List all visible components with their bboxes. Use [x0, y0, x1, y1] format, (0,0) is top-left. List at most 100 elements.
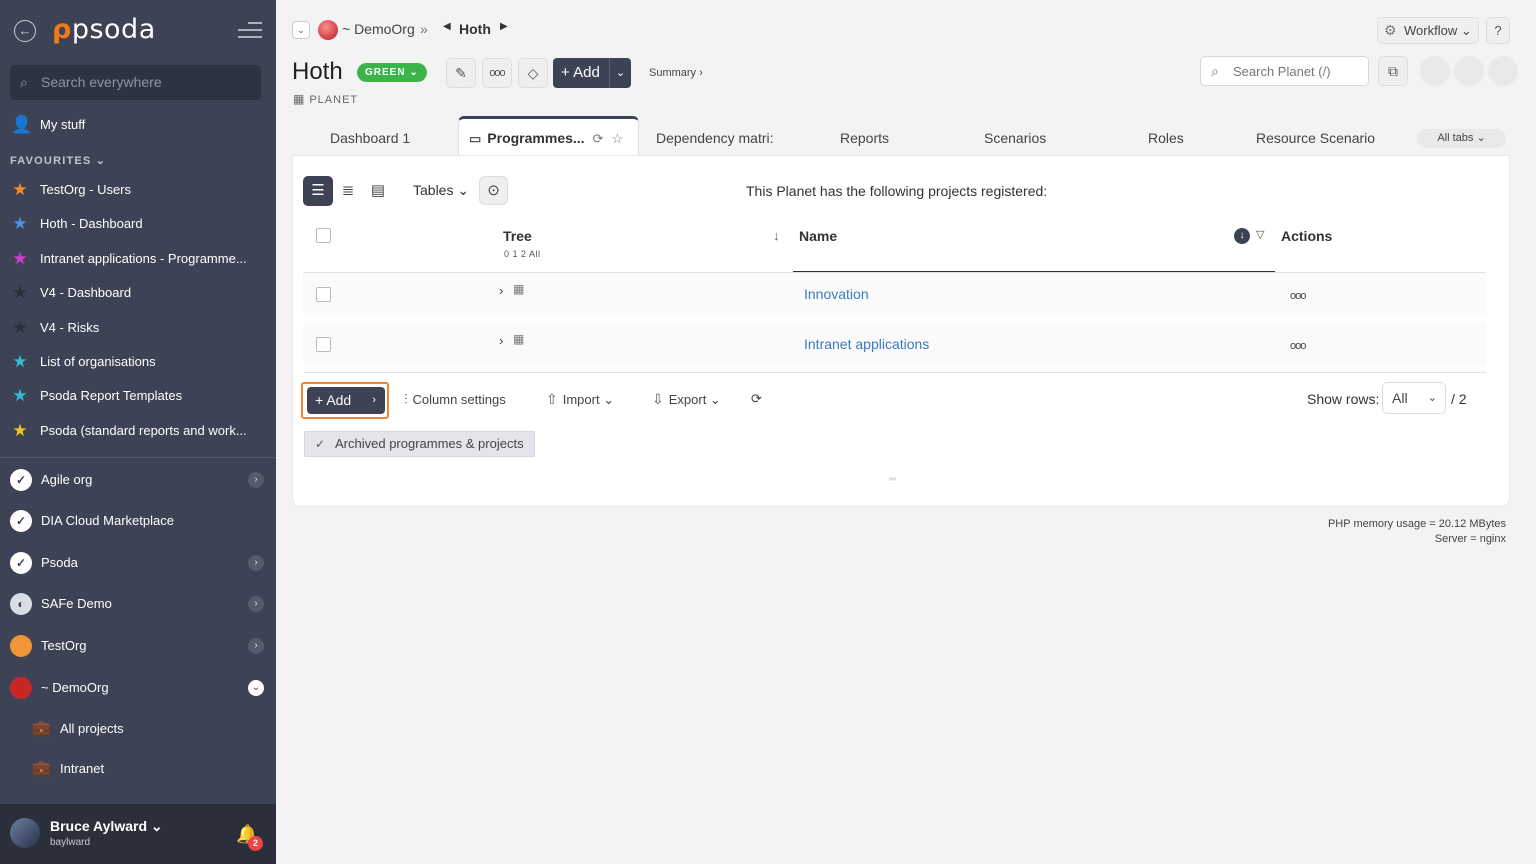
help-button[interactable]: ?: [1486, 17, 1510, 44]
status-badge[interactable]: GREEN ⌄: [357, 63, 427, 82]
placeholder-button[interactable]: [1420, 56, 1450, 86]
tag-icon: ◇: [527, 65, 539, 81]
compact-view-icon[interactable]: ≣: [333, 176, 363, 206]
search-icon: ⌕: [1211, 63, 1219, 79]
tab-scenarios[interactable]: Scenarios: [984, 116, 1046, 156]
tab-dependency-matrix[interactable]: Dependency matri:: [656, 116, 774, 156]
filter-icon[interactable]: ▽: [1256, 228, 1264, 241]
sidebar-favourite-item[interactable]: ★ V4 - Risks: [0, 312, 276, 344]
sidebar-item-my-stuff[interactable]: 👤 My stuff: [0, 109, 276, 141]
workflow-button[interactable]: ⚙ Workflow ⌄: [1377, 17, 1479, 44]
org-avatar: ✓: [10, 552, 32, 574]
sidebar-org-item[interactable]: ✓ Psoda ›: [0, 543, 276, 583]
sidebar-item-intranet[interactable]: 💼 Intranet: [0, 751, 276, 787]
resize-handle-icon[interactable]: ═: [889, 474, 896, 485]
expand-chevron-icon[interactable]: ›: [499, 283, 503, 298]
tab-reports[interactable]: Reports: [840, 116, 889, 156]
row-name-link[interactable]: Intranet applications: [804, 336, 929, 352]
server-info: Server = nginx: [1434, 533, 1506, 545]
sidebar: ← ρpsoda ⌕ Search everywhere 👤 My stuff …: [0, 0, 276, 864]
chevron-down-icon[interactable]: ⌄: [248, 680, 264, 696]
sidebar-favourite-item[interactable]: ★ Intranet applications - Programme...: [0, 243, 276, 275]
show-rows-select[interactable]: All ⌄: [1382, 382, 1446, 414]
sort-descending-icon[interactable]: ↓: [1234, 228, 1250, 244]
tab-roles[interactable]: Roles: [1148, 116, 1184, 156]
next-sibling-icon[interactable]: ▶: [500, 21, 508, 32]
sidebar-org-item[interactable]: ◐ SAFe Demo ›: [0, 584, 276, 624]
column-settings-button[interactable]: ⫶ Column settings: [404, 391, 506, 408]
placeholder-button[interactable]: [1454, 56, 1484, 86]
import-button[interactable]: ⇧ Import ⌄: [546, 391, 614, 408]
sidebar-favourite-item[interactable]: ★ TestOrg - Users: [0, 174, 276, 206]
row-actions-icon[interactable]: ooo: [1290, 290, 1306, 302]
tab-resource-scenarios[interactable]: Resource Scenario:: [1256, 116, 1376, 156]
column-header-tree[interactable]: Tree: [503, 228, 532, 244]
sidebar-org-item[interactable]: ✓ DIA Cloud Marketplace: [0, 501, 276, 541]
pencil-icon: ✎: [455, 65, 467, 81]
more-options-button[interactable]: ooo: [482, 58, 512, 88]
tag-button[interactable]: ◇: [518, 58, 548, 88]
chevron-down-icon[interactable]: ⌄: [609, 58, 631, 88]
avatar[interactable]: [10, 818, 40, 848]
chevron-right-icon[interactable]: ›: [248, 555, 264, 571]
sidebar-item-label: List of organisations: [40, 354, 156, 369]
sidebar-search-input[interactable]: ⌕ Search everywhere: [10, 65, 261, 100]
dense-view-icon[interactable]: ▤: [363, 176, 393, 206]
sidebar-favourite-item[interactable]: ★ V4 - Dashboard: [0, 277, 276, 309]
sidebar-favourite-item[interactable]: ★ Psoda Report Templates: [0, 380, 276, 412]
previous-sibling-icon[interactable]: ◀: [443, 21, 451, 32]
layout-button[interactable]: ⧉: [1378, 56, 1408, 86]
edit-button[interactable]: ✎: [446, 58, 476, 88]
chevron-right-icon[interactable]: ›: [248, 472, 264, 488]
placeholder-button[interactable]: [1488, 56, 1518, 86]
favourites-heading[interactable]: FAVOURITES ⌄: [10, 154, 106, 167]
breadcrumb-org[interactable]: ~ DemoOrg: [342, 21, 415, 37]
user-panel[interactable]: Bruce Aylward ⌄ baylward 🔔 2: [0, 804, 276, 864]
expand-chevron-icon[interactable]: ›: [499, 333, 503, 348]
row-checkbox[interactable]: [316, 287, 331, 302]
comfortable-view-icon[interactable]: ☰: [303, 176, 333, 206]
star-icon[interactable]: ☆: [611, 131, 623, 146]
chevron-right-icon: ›: [372, 394, 376, 406]
tab-dashboard-1[interactable]: Dashboard 1: [330, 116, 410, 156]
row-checkbox[interactable]: [316, 337, 331, 352]
sidebar-org-item[interactable]: ● TestOrg ›: [0, 626, 276, 666]
snapshot-button[interactable]: ⊙: [479, 176, 508, 205]
sidebar-favourite-item[interactable]: ★ List of organisations: [0, 346, 276, 378]
breadcrumb-current[interactable]: Hoth: [459, 21, 491, 37]
search-icon: ⌕: [20, 74, 28, 90]
add-button[interactable]: + Add ⌄: [553, 58, 631, 88]
sidebar-org-item[interactable]: ● ~ DemoOrg ⌄: [0, 668, 276, 708]
row-name-link[interactable]: Innovation: [804, 286, 869, 302]
row-actions-icon[interactable]: ooo: [1290, 340, 1306, 352]
add-row-button[interactable]: + Add ›: [307, 387, 385, 414]
export-button[interactable]: ⇩ Export ⌄: [652, 391, 721, 408]
sort-arrow-icon[interactable]: ↓: [773, 228, 780, 243]
sidebar-item-label: Psoda: [41, 555, 78, 570]
table-row[interactable]: › ▦ Innovation ooo: [303, 273, 1486, 315]
menu-collapse-icon[interactable]: [238, 22, 262, 40]
refresh-icon[interactable]: ⟳: [593, 131, 604, 146]
tree-level-selector[interactable]: 0 1 2 All: [504, 249, 541, 259]
all-tabs-dropdown[interactable]: All tabs ⌄: [1417, 129, 1506, 148]
search-planet-input[interactable]: ⌕ Search Planet (/): [1200, 56, 1369, 86]
refresh-icon[interactable]: ⟳: [751, 391, 762, 407]
chevron-right-icon[interactable]: ›: [248, 638, 264, 654]
archived-toggle[interactable]: ✓ Archived programmes & projects: [304, 431, 535, 457]
sidebar-org-item[interactable]: ✓ Agile org ›: [0, 460, 276, 500]
chevron-right-icon[interactable]: ›: [248, 596, 264, 612]
tables-dropdown[interactable]: Tables ⌄: [413, 182, 469, 199]
back-icon[interactable]: ←: [14, 20, 36, 42]
user-name[interactable]: Bruce Aylward ⌄: [50, 818, 163, 835]
tab-programmes[interactable]: ▭ Programmes... ⟳ ☆: [458, 116, 639, 156]
psoda-logo[interactable]: ρpsoda: [52, 14, 156, 45]
column-header-name[interactable]: Name: [799, 228, 837, 244]
sidebar-favourite-item[interactable]: ★ Hoth - Dashboard: [0, 208, 276, 240]
select-all-checkbox[interactable]: [316, 228, 331, 243]
chevron-down-icon[interactable]: ⌄: [292, 21, 310, 39]
planet-icon: ▦: [293, 92, 306, 106]
summary-link[interactable]: Summary ›: [649, 67, 703, 79]
sidebar-item-all-projects[interactable]: 💼 All projects: [0, 711, 276, 747]
table-row[interactable]: › ▦ Intranet applications ooo: [303, 323, 1486, 365]
sidebar-favourite-item[interactable]: ★ Psoda (standard reports and work...: [0, 415, 276, 447]
